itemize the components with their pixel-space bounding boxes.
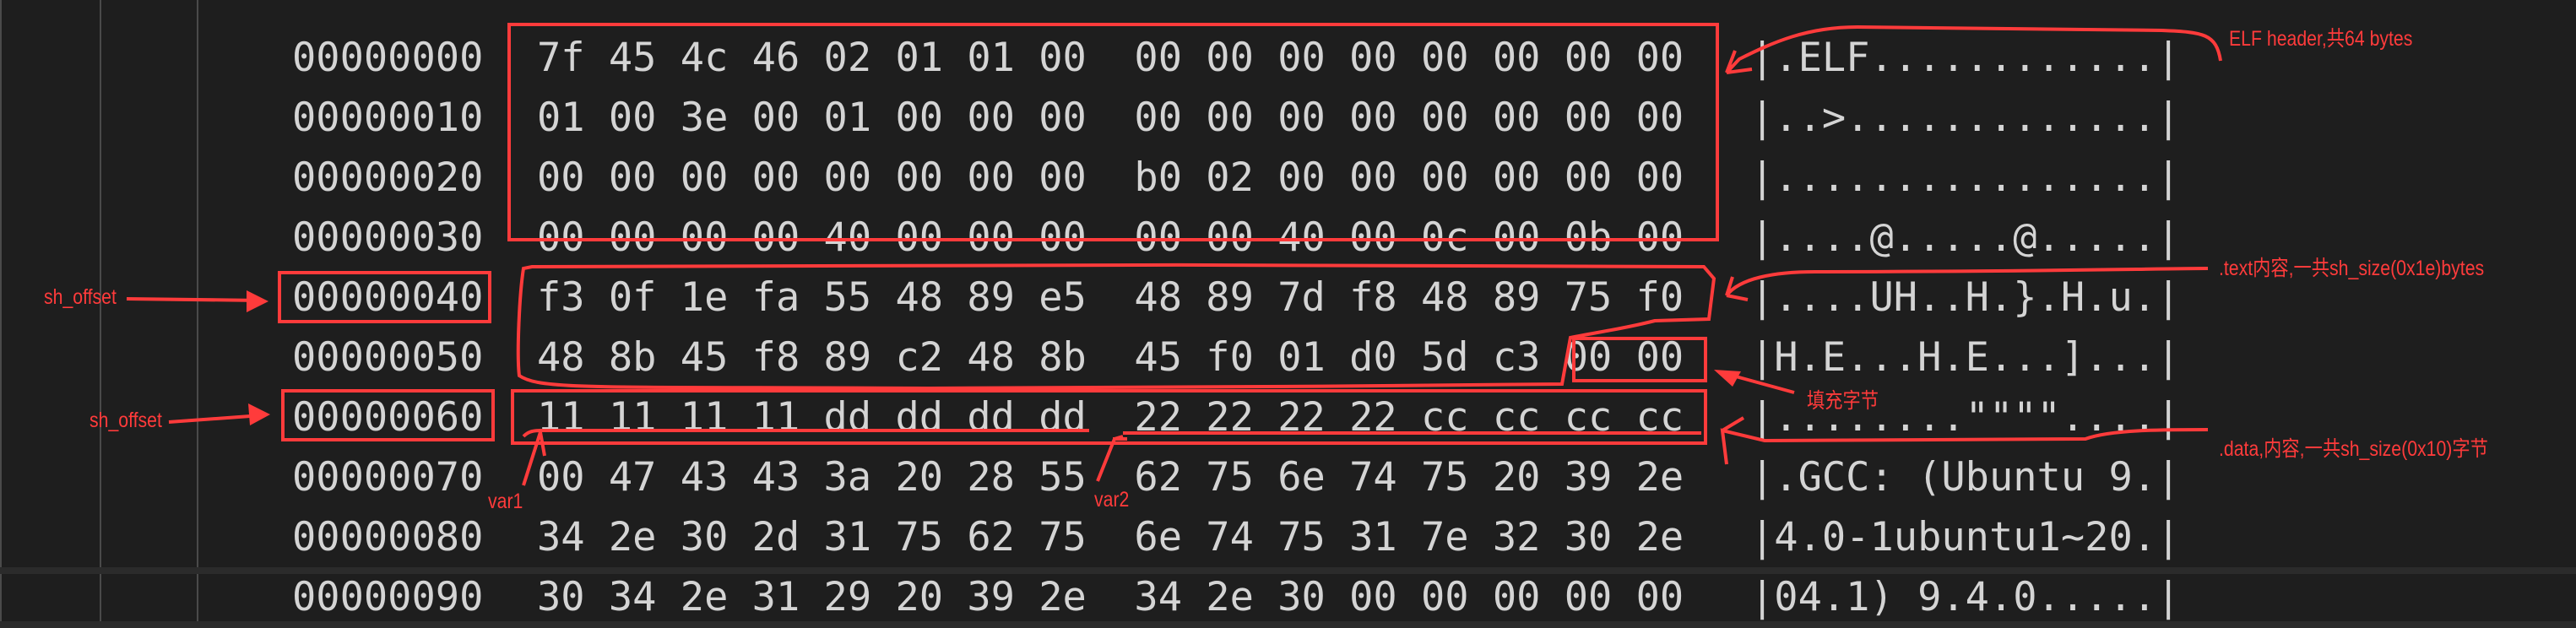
data-section-label: .data,内容,一共sh_size(0x10)字节 bbox=[2219, 437, 2488, 461]
var1-underline bbox=[522, 429, 1089, 438]
sh-offset-box-40 bbox=[278, 271, 491, 323]
hex-dump-view: 00000000 7f 45 4c 46 02 01 01 00 00 00 00… bbox=[0, 0, 2576, 628]
elf-header-box bbox=[507, 23, 1719, 241]
text-section-arrow bbox=[1725, 267, 2209, 301]
sh-offset-box-60 bbox=[281, 389, 495, 441]
elf-header-label: ELF header,共64 bytes bbox=[2229, 27, 2413, 51]
var2-label: var2 bbox=[1094, 488, 1130, 512]
padding-box bbox=[1572, 337, 1707, 382]
sh-offset-label: sh_offset bbox=[44, 285, 117, 309]
sh-offset-arrow-1 bbox=[126, 297, 263, 302]
sh-offset-arrowhead-1 bbox=[247, 290, 268, 312]
annotation-overlay bbox=[126, 23, 2222, 486]
sh-offset-label: sh_offset bbox=[89, 409, 162, 432]
var1-arrow bbox=[522, 431, 546, 486]
padding-label: 填充字节 bbox=[1807, 389, 1879, 413]
sh-offset-arrow-2 bbox=[168, 414, 263, 424]
var1-label: var1 bbox=[488, 490, 523, 513]
data-section-box bbox=[511, 389, 1707, 445]
text-section-outline bbox=[516, 263, 1716, 391]
padding-arrow-head bbox=[1714, 370, 1741, 387]
elf-header-brace bbox=[1725, 24, 2222, 74]
text-section-label: .text内容,一共sh_size(0x1e)bytes bbox=[2219, 257, 2485, 280]
sh-offset-arrowhead-2 bbox=[248, 403, 270, 425]
data-section-arrow bbox=[1720, 416, 2209, 465]
